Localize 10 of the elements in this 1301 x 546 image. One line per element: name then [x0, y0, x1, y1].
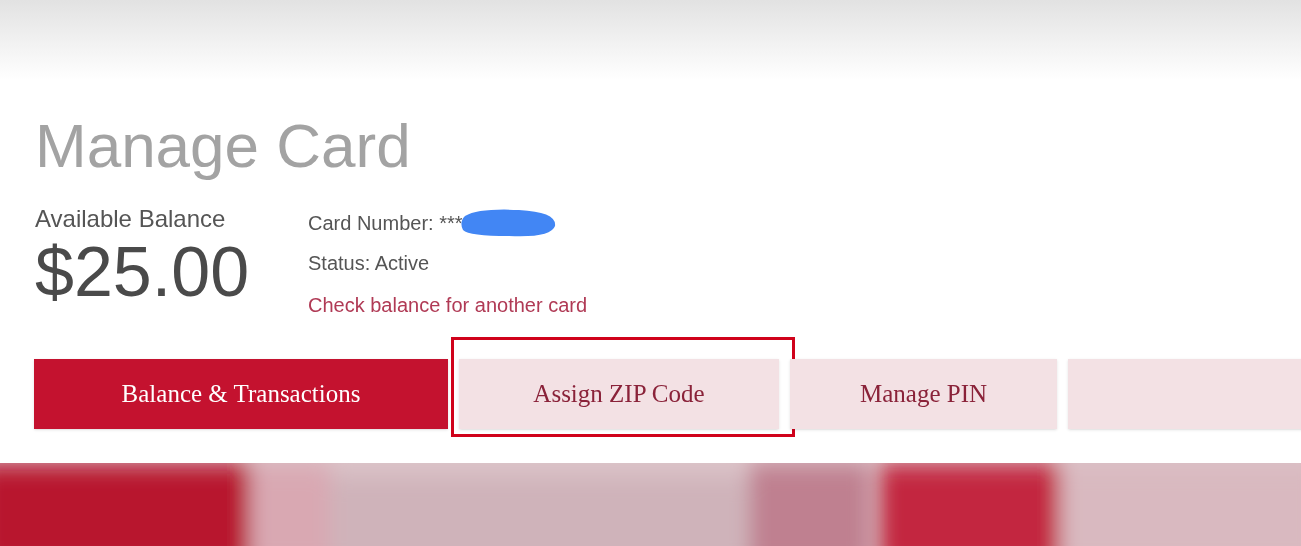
tab[interactable]: Assign ZIP Code [459, 359, 779, 429]
tab[interactable] [1068, 359, 1301, 429]
tab[interactable]: Balance & Transactions [34, 359, 448, 429]
tab[interactable]: Manage PIN [790, 359, 1057, 429]
balance-label: Available Balance [35, 204, 227, 234]
check-balance-link[interactable]: Check balance for another card [308, 292, 588, 318]
balance-amount: $25.00 [35, 234, 251, 310]
page-title: Manage Card [35, 110, 412, 182]
card-number: Card Number: *** [308, 211, 463, 236]
card-status: Status: Active [308, 251, 431, 276]
